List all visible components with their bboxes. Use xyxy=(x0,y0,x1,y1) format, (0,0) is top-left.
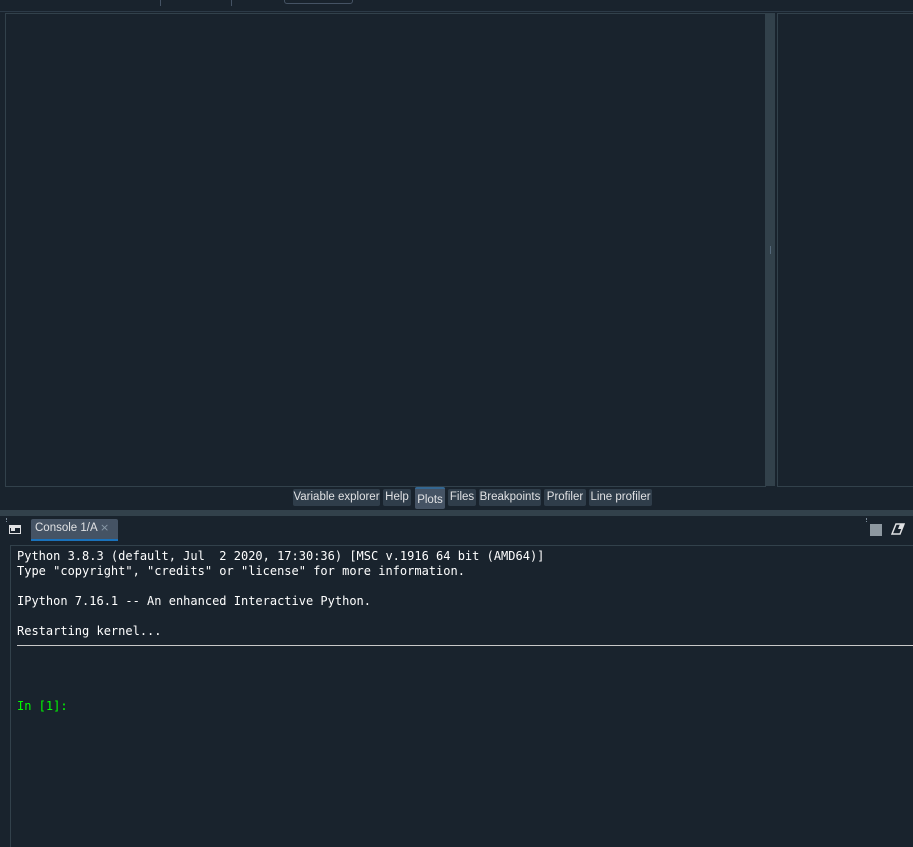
tab-files[interactable]: Files xyxy=(448,489,476,506)
drag-handle[interactable] xyxy=(6,518,9,522)
tab-profiler[interactable]: Profiler xyxy=(544,489,586,506)
eraser-icon[interactable] xyxy=(891,522,905,536)
tab-help[interactable]: Help xyxy=(383,489,411,506)
tab-line-profiler[interactable]: Line profiler xyxy=(589,489,652,506)
pane-tab-bar: Variable explorer Help Plots Files Break… xyxy=(0,487,913,509)
banner-line: Python 3.8.3 (default, Jul 2 2020, 17:30… xyxy=(17,549,545,563)
vertical-splitter[interactable] xyxy=(766,13,775,486)
tab-variable-explorer[interactable]: Variable explorer xyxy=(293,489,380,506)
toolbar-widget[interactable] xyxy=(284,0,353,4)
input-prompt[interactable]: In [1]: xyxy=(17,699,68,713)
window-icon[interactable] xyxy=(9,525,21,534)
top-toolbar-strip xyxy=(0,0,913,12)
plots-thumbnail-pane xyxy=(777,13,913,487)
console-header: Console 1/A × xyxy=(0,516,913,544)
tab-plots[interactable]: Plots xyxy=(415,487,445,509)
close-icon[interactable]: × xyxy=(100,521,109,534)
console-tab-label: Console 1/A xyxy=(35,522,98,534)
toolbar-separator xyxy=(231,0,232,6)
separator-rule xyxy=(17,645,913,646)
drag-handle[interactable] xyxy=(866,518,869,522)
tab-breakpoints[interactable]: Breakpoints xyxy=(479,489,541,506)
restart-message: Restarting kernel... xyxy=(17,624,162,638)
splitter-grip[interactable] xyxy=(770,246,771,254)
toolbar-separator xyxy=(160,0,161,6)
stop-icon[interactable] xyxy=(870,524,882,536)
ipython-console[interactable]: Python 3.8.3 (default, Jul 2 2020, 17:30… xyxy=(10,545,913,847)
banner-line: IPython 7.16.1 -- An enhanced Interactiv… xyxy=(17,594,372,608)
tab-console-1a[interactable]: Console 1/A × xyxy=(31,519,118,541)
banner-line: Type "copyright", "credits" or "license"… xyxy=(17,564,465,578)
plots-pane xyxy=(5,13,766,487)
